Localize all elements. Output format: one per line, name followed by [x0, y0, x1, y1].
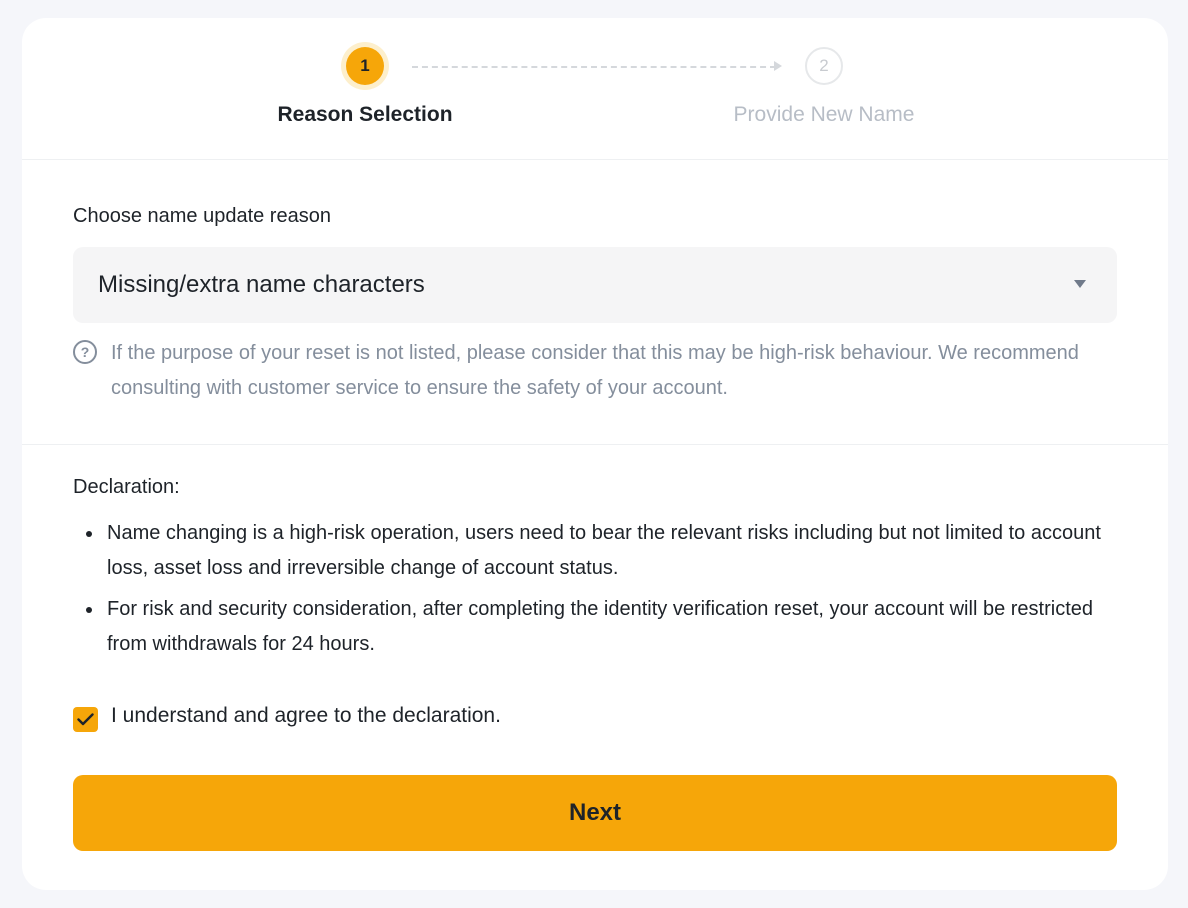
name-update-card: 1 2 Reason Selection Provide New Name Ch… — [22, 18, 1168, 890]
declaration-title: Declaration: — [73, 476, 180, 498]
step-1-label: Reason Selection — [277, 103, 453, 126]
reason-help-text: If the purpose of your reset is not list… — [111, 342, 1079, 399]
step-2-label: Provide New Name — [733, 103, 915, 126]
reason-title: Choose name update reason — [73, 205, 331, 227]
section-divider — [22, 444, 1168, 445]
arrow-right-icon — [774, 61, 782, 71]
question-circle-icon: ? — [73, 340, 97, 364]
caret-down-icon — [1074, 280, 1086, 288]
step-1-indicator: 1 — [346, 47, 384, 85]
next-button[interactable]: Next — [73, 775, 1117, 851]
step-connector-line — [412, 66, 776, 68]
declaration-item: For risk and security consideration, aft… — [84, 592, 1124, 662]
stepper-divider — [22, 159, 1168, 160]
agree-label[interactable]: I understand and agree to the declaratio… — [111, 704, 501, 728]
reason-selected-value: Missing/extra name characters — [98, 271, 425, 298]
agree-checkbox[interactable] — [73, 707, 98, 732]
reason-select[interactable]: Missing/extra name characters — [73, 247, 1117, 323]
declaration-item: Name changing is a high-risk operation, … — [84, 516, 1124, 586]
declaration-list: Name changing is a high-risk operation, … — [84, 516, 1124, 668]
stepper: 1 2 Reason Selection Provide New Name — [22, 18, 1168, 160]
check-icon — [77, 713, 94, 726]
step-2-indicator: 2 — [805, 47, 843, 85]
